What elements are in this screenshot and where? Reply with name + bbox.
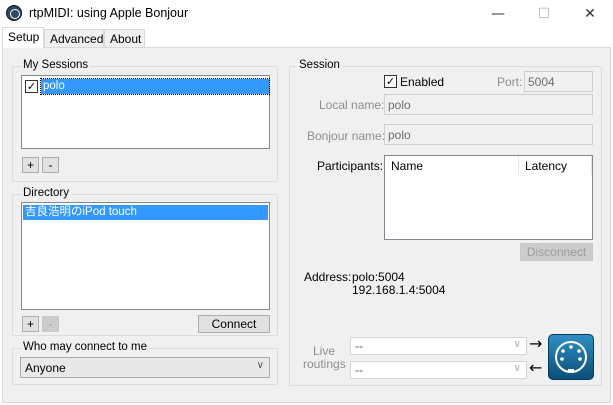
tab-about[interactable]: About xyxy=(104,29,145,47)
tab-advanced[interactable]: Advanced xyxy=(44,29,104,47)
my-sessions-list[interactable]: ✓ polo xyxy=(21,75,270,149)
remove-directory-button[interactable]: - xyxy=(42,316,59,332)
minimize-button[interactable]: — xyxy=(475,0,521,27)
port-input[interactable]: 5004 xyxy=(524,71,593,92)
local-name-input[interactable]: polo xyxy=(384,94,593,115)
add-session-button[interactable]: + xyxy=(22,157,39,173)
rtpmidi-app-icon[interactable] xyxy=(6,5,22,21)
arrow-left-icon: ← xyxy=(529,358,543,377)
local-name-label: Local name: xyxy=(319,98,385,112)
routing-input-select[interactable]: -- ∨ xyxy=(350,337,527,355)
who-may-connect-value: Anyone xyxy=(25,361,66,375)
session-label: Session xyxy=(297,59,342,71)
connect-button[interactable]: Connect xyxy=(198,315,270,333)
disconnect-button[interactable]: Disconnect xyxy=(520,243,593,261)
remove-session-button[interactable]: - xyxy=(42,157,59,173)
midi-connector-icon[interactable] xyxy=(548,334,594,380)
routing-output-select[interactable]: -- ∨ xyxy=(350,361,527,379)
chevron-down-icon: ∨ xyxy=(513,339,521,350)
window-title: rtpMIDI: using Apple Bonjour xyxy=(29,6,189,20)
participants-label: Participants: xyxy=(317,159,384,173)
who-may-connect-select[interactable]: Anyone ∨ xyxy=(20,357,270,378)
close-button[interactable]: ✕ xyxy=(567,0,613,27)
title-bar: rtpMIDI: using Apple Bonjour — ☐ ✕ xyxy=(0,0,613,27)
enabled-checkbox[interactable]: ✓ xyxy=(384,75,397,88)
enabled-label[interactable]: Enabled xyxy=(400,75,444,89)
port-label: Port: xyxy=(497,75,523,89)
address-label: Address: xyxy=(304,270,352,284)
live-routings-label-line2: routings xyxy=(303,357,346,371)
arrow-right-icon: → xyxy=(529,334,543,353)
column-header-latency[interactable]: Latency xyxy=(519,156,592,175)
my-sessions-label: My Sessions xyxy=(21,59,91,71)
add-directory-button[interactable]: + xyxy=(22,316,39,332)
list-item[interactable]: ✓ polo xyxy=(25,78,270,95)
session-enabled-checkbox[interactable]: ✓ xyxy=(25,80,38,93)
live-routings-label-line1: Live xyxy=(313,344,336,358)
address-value-host: polo:5004 xyxy=(352,270,405,284)
routing-output-value: -- xyxy=(355,363,363,377)
address-value-ip: 192.168.1.4:5004 xyxy=(352,283,446,297)
routing-input-value: -- xyxy=(355,339,363,353)
maximize-button[interactable]: ☐ xyxy=(521,0,567,27)
chevron-down-icon: ∨ xyxy=(513,363,521,374)
list-item[interactable]: 吉良浩明のiPod touch xyxy=(23,205,268,220)
directory-label: Directory xyxy=(21,187,72,199)
who-may-connect-label: Who may connect to me xyxy=(21,341,149,353)
participants-list[interactable]: Name Latency xyxy=(384,155,593,240)
bonjour-name-label: Bonjour name: xyxy=(307,129,386,143)
chevron-down-icon: ∨ xyxy=(256,360,264,371)
session-name: polo xyxy=(40,78,270,95)
tab-setup[interactable]: Setup xyxy=(2,27,44,48)
directory-list[interactable]: 吉良浩明のiPod touch xyxy=(21,202,270,310)
column-header-name[interactable]: Name xyxy=(385,156,519,175)
bonjour-name-input[interactable]: polo xyxy=(384,124,593,145)
